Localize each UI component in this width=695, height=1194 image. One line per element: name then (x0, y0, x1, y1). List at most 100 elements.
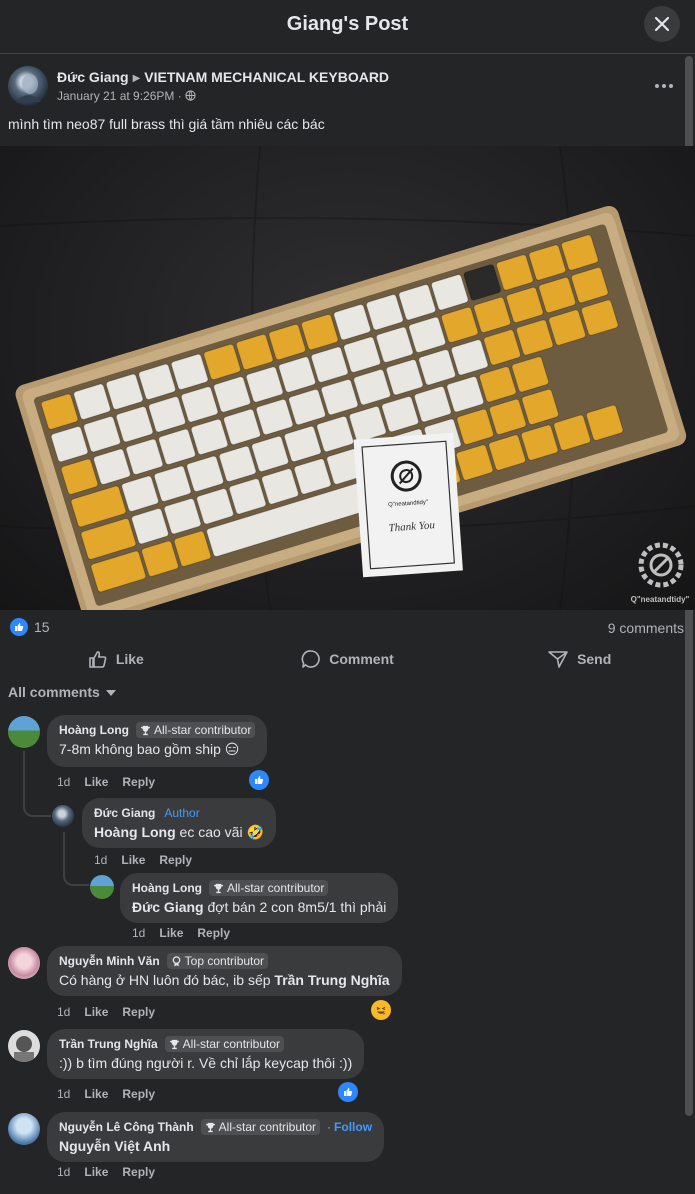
like-reaction-icon (344, 1088, 353, 1096)
send-button[interactable]: Send (463, 640, 695, 678)
commenter-name[interactable]: Hoàng Long (59, 723, 129, 737)
post-image[interactable]: Q"neatandtidy" Thank You Q"neatandtidy" (0, 146, 695, 610)
comment-reply-button[interactable]: Reply (197, 926, 230, 940)
commenter-avatar[interactable] (52, 805, 74, 827)
comment-text: Đức Giang đợt bán 2 con 8m5/1 thì phải (132, 899, 386, 915)
comment-reaction[interactable] (371, 1000, 391, 1020)
comment-time[interactable]: 1d (57, 1087, 70, 1101)
comments-count-link[interactable]: 9 comments (608, 620, 684, 636)
commenter-name[interactable]: Trần Trung Nghĩa (59, 1037, 158, 1051)
commenter-avatar[interactable] (8, 1113, 40, 1145)
commenter-avatar[interactable] (8, 1030, 40, 1062)
comment-reaction[interactable] (338, 1082, 358, 1102)
post-text: mình tìm neo87 full brass thì giá tầm nh… (8, 116, 325, 132)
comment-like-button[interactable]: Like (84, 1165, 108, 1179)
contributor-badge: All-star contributor (200, 1119, 321, 1135)
comment-body: Có hàng ở HN luôn đó bác, ib sếp (59, 972, 275, 988)
trophy-icon (205, 1122, 215, 1132)
contributor-badge: All-star contributor (135, 722, 256, 738)
comment-like-button[interactable]: Like (121, 853, 145, 867)
comment-body: đợt bán 2 con 8m5/1 thì phải (203, 899, 387, 915)
comment-time[interactable]: 1d (94, 853, 107, 867)
comment-reply-button[interactable]: Reply (159, 853, 192, 867)
contributor-badge: Top contributor (166, 953, 269, 969)
commenter-name[interactable]: Hoàng Long (132, 881, 202, 895)
author-name-link[interactable]: Đức Giang (57, 69, 129, 85)
commenter-name[interactable]: Nguyễn Lê Công Thành (59, 1120, 194, 1134)
commenter-avatar[interactable] (90, 875, 114, 899)
comment-text: 7-8m không bao gồm ship 😑 (59, 741, 240, 757)
comment-actions: 1d Like Reply (57, 1005, 155, 1019)
badge-label: Top contributor (184, 954, 265, 968)
comment-bubble: Trần Trung Nghĩa All-star contributor :)… (47, 1029, 365, 1079)
haha-reaction-icon (373, 1002, 389, 1018)
comment-time[interactable]: 1d (57, 775, 70, 789)
comment-filter-label: All comments (8, 684, 100, 700)
post-author-line: Đức Giang ▶ VIETNAM MECHANICAL KEYBOARD (57, 69, 389, 85)
trophy-icon (213, 883, 224, 893)
comment-button[interactable]: Comment (232, 640, 464, 678)
comment-actions: 1d Like Reply (132, 926, 230, 940)
commenter-avatar[interactable] (8, 947, 40, 979)
badge-label: All-star contributor (153, 723, 252, 737)
comment-time[interactable]: 1d (57, 1005, 70, 1019)
comment-reply-button[interactable]: Reply (122, 1005, 155, 1019)
dialog-title: Giang's Post (286, 13, 409, 35)
thread-line (23, 751, 25, 803)
post-meta: January 21 at 9:26PM · (57, 89, 196, 103)
comment-like-button[interactable]: Like (84, 775, 108, 789)
comment-reply-button[interactable]: Reply (122, 775, 155, 789)
dialog-header: Giang's Post (0, 0, 695, 54)
post-header: Đức Giang ▶ VIETNAM MECHANICAL KEYBOARD Ja… (8, 66, 678, 110)
commenter-avatar[interactable] (8, 716, 40, 748)
comment-time[interactable]: 1d (132, 926, 145, 940)
mention-link[interactable]: Hoàng Long (94, 824, 176, 840)
mention-link[interactable]: Trần Trung Nghĩa (274, 972, 389, 988)
post-date-link[interactable]: January 21 at 9:26PM (57, 89, 174, 103)
contributor-badge: All-star contributor (164, 1036, 285, 1052)
like-reaction-icon (10, 618, 28, 636)
comment-bubble: Hoàng Long All-star contributor Đức Gian… (120, 873, 399, 923)
comment-like-button[interactable]: Like (84, 1087, 108, 1101)
group-name-link[interactable]: VIETNAM MECHANICAL KEYBOARD (144, 69, 389, 85)
comment-filter-dropdown[interactable]: All comments (8, 684, 116, 700)
comment-actions: 1d Like Reply (57, 775, 155, 789)
globe-icon (185, 90, 196, 101)
medal-icon (172, 955, 181, 967)
mention-link[interactable]: Đức Giang (132, 899, 204, 915)
comment-label: Comment (329, 651, 394, 667)
mention-link[interactable]: Nguyễn Việt Anh (59, 1138, 170, 1154)
like-button[interactable]: Like (0, 640, 232, 678)
thread-connector (63, 870, 89, 886)
comment-text: :)) b tìm đúng người r. Về chỉ lắp keyca… (59, 1055, 353, 1071)
close-icon (654, 16, 670, 32)
comment-like-button[interactable]: Like (84, 1005, 108, 1019)
comment-reply-button[interactable]: Reply (122, 1165, 155, 1179)
close-button[interactable] (644, 6, 680, 42)
post-options-button[interactable] (652, 76, 676, 96)
commenter-name[interactable]: Nguyễn Minh Văn (59, 954, 160, 968)
comment-bubble: Nguyễn Minh Văn Top contributor Có hàng … (47, 946, 402, 996)
author-avatar[interactable] (8, 66, 48, 106)
comment-actions: 1d Like Reply (57, 1087, 155, 1101)
trophy-icon (169, 1039, 179, 1049)
meta-separator: · (177, 89, 182, 103)
follow-separator: · (327, 1120, 332, 1134)
chevron-down-icon (105, 690, 116, 696)
follow-button[interactable]: Follow (334, 1120, 372, 1134)
comment-time[interactable]: 1d (57, 1165, 70, 1179)
like-reaction-icon (255, 776, 264, 784)
reaction-summary[interactable]: 15 (10, 618, 50, 636)
comment-bubble: Hoàng Long All-star contributor 7-8m khô… (47, 715, 268, 767)
comment-bubble: Nguyễn Lê Công Thành All-star contributo… (47, 1112, 385, 1162)
comment-like-button[interactable]: Like (159, 926, 183, 940)
thumbs-up-icon (89, 651, 107, 668)
image-watermark: Q"neatandtidy" (631, 595, 690, 604)
comment-actions: 1d Like Reply (94, 853, 192, 867)
reaction-count: 15 (34, 619, 50, 635)
post-action-bar: Like Comment Send (0, 640, 695, 678)
commenter-name[interactable]: Đức Giang (94, 806, 155, 820)
thread-line (63, 832, 65, 872)
comment-reaction[interactable] (249, 770, 269, 790)
comment-reply-button[interactable]: Reply (122, 1087, 155, 1101)
